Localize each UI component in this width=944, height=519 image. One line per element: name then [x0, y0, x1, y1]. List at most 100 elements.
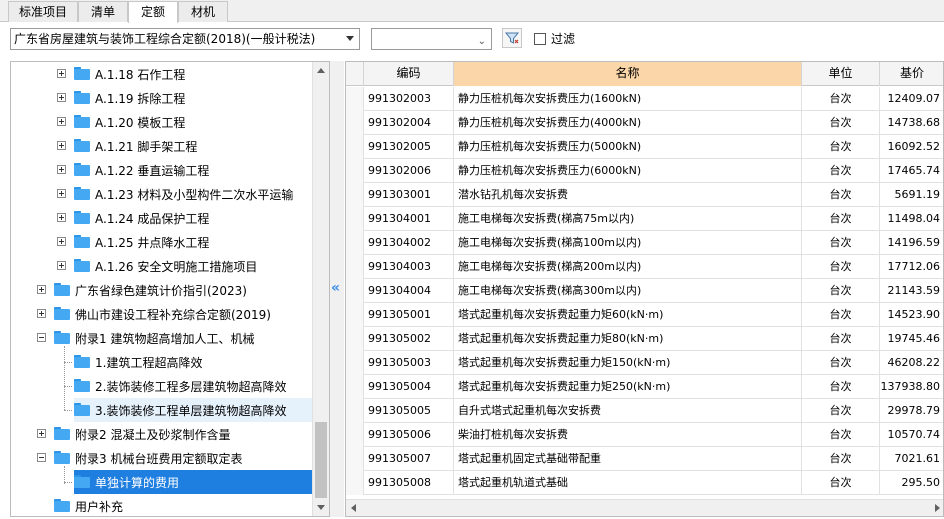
cell-price[interactable]: 16092.52 — [880, 135, 943, 159]
cell-name[interactable]: 塔式起重机轨道式基础 — [454, 471, 802, 495]
header-name[interactable]: 名称 — [454, 62, 802, 86]
cell-unit[interactable]: 台次 — [802, 231, 880, 255]
collapse-icon[interactable] — [37, 453, 46, 462]
tree-item[interactable]: 单独计算的费用 — [74, 470, 313, 494]
tree-item[interactable]: 2.装饰装修工程多层建筑物超高降效 — [11, 374, 313, 398]
tab-bill[interactable]: 清单 — [78, 1, 128, 22]
tab-quota[interactable]: 定额 — [128, 1, 178, 23]
cell-unit[interactable]: 台次 — [802, 399, 880, 423]
tree-item[interactable]: 1.建筑工程超高降效 — [11, 350, 313, 374]
tree-item[interactable]: 佛山市建设工程补充综合定额(2019) — [11, 302, 313, 326]
cell-name[interactable]: 塔式起重机每次安拆费起重力矩60(kN·m) — [454, 303, 802, 327]
expand-icon[interactable] — [37, 429, 46, 438]
collapse-left-icon[interactable]: « — [331, 280, 340, 296]
tree-item[interactable]: A.1.26 安全文明施工措施项目 — [11, 254, 313, 278]
header-unit[interactable]: 单位 — [802, 62, 880, 86]
tree-item[interactable]: 附录2 混凝土及砂浆制作含量 — [11, 422, 313, 446]
table-row[interactable]: 991305005 自升式塔式起重机每次安拆费 台次 29978.79 — [346, 399, 943, 423]
cell-code[interactable]: 991305002 — [364, 327, 454, 351]
cell-code[interactable]: 991305004 — [364, 375, 454, 399]
cell-price[interactable]: 19745.46 — [880, 327, 943, 351]
cell-price[interactable]: 10570.74 — [880, 423, 943, 447]
scroll-up-icon[interactable] — [317, 68, 325, 73]
cell-unit[interactable]: 台次 — [802, 375, 880, 399]
cell-unit[interactable]: 台次 — [802, 183, 880, 207]
cell-code[interactable]: 991302006 — [364, 159, 454, 183]
cell-code[interactable]: 991305008 — [364, 471, 454, 495]
cell-name[interactable]: 潜水钻孔机每次安拆费 — [454, 183, 802, 207]
table-row[interactable]: 991305006 柴油打桩机每次安拆费 台次 10570.74 — [346, 423, 943, 447]
tree-item[interactable]: A.1.19 拆除工程 — [11, 86, 313, 110]
cell-code[interactable]: 991304002 — [364, 231, 454, 255]
table-row[interactable]: 991304004 施工电梯每次安拆费(梯高300m以内) 台次 21143.59 — [346, 279, 943, 303]
cell-price[interactable]: 7021.61 — [880, 447, 943, 471]
cell-unit[interactable]: 台次 — [802, 423, 880, 447]
scroll-thumb[interactable] — [315, 422, 327, 498]
cell-code[interactable]: 991302004 — [364, 111, 454, 135]
cell-name[interactable]: 静力压桩机每次安拆费压力(5000kN) — [454, 135, 802, 159]
expand-icon[interactable] — [37, 309, 46, 318]
cell-code[interactable]: 991302005 — [364, 135, 454, 159]
table-row[interactable]: 991304001 施工电梯每次安拆费(梯高75m以内) 台次 11498.04 — [346, 207, 943, 231]
filter-button[interactable] — [502, 28, 522, 48]
cell-name[interactable]: 施工电梯每次安拆费(梯高75m以内) — [454, 207, 802, 231]
cell-name[interactable]: 塔式起重机每次安拆费起重力矩250(kN·m) — [454, 375, 802, 399]
expand-icon[interactable] — [57, 93, 66, 102]
quota-library-select[interactable]: 广东省房屋建筑与装饰工程综合定额(2018)(一般计税法) — [10, 28, 360, 50]
cell-price[interactable]: 29978.79 — [880, 399, 943, 423]
expand-icon[interactable] — [57, 165, 66, 174]
expand-icon[interactable] — [57, 189, 66, 198]
cell-unit[interactable]: 台次 — [802, 159, 880, 183]
cell-unit[interactable]: 台次 — [802, 111, 880, 135]
filter-checkbox[interactable] — [534, 33, 546, 45]
cell-unit[interactable]: 台次 — [802, 135, 880, 159]
table-row[interactable]: 991305004 塔式起重机每次安拆费起重力矩250(kN·m) 台次 137938… — [346, 375, 943, 399]
expand-icon[interactable] — [57, 213, 66, 222]
cell-unit[interactable]: 台次 — [802, 207, 880, 231]
cell-price[interactable]: 5691.19 — [880, 183, 943, 207]
tab-material-machine[interactable]: 材机 — [178, 1, 228, 22]
tree-item[interactable]: A.1.20 模板工程 — [11, 110, 313, 134]
tree-item[interactable]: A.1.24 成品保护工程 — [11, 206, 313, 230]
cell-price[interactable]: 46208.22 — [880, 351, 943, 375]
cell-code[interactable]: 991302003 — [364, 87, 454, 111]
secondary-select[interactable]: ⌄ — [371, 28, 492, 50]
scroll-down-icon[interactable] — [317, 505, 325, 510]
cell-code[interactable]: 991304001 — [364, 207, 454, 231]
cell-unit[interactable]: 台次 — [802, 255, 880, 279]
cell-name[interactable]: 塔式起重机固定式基础带配重 — [454, 447, 802, 471]
tree-item[interactable]: 附录3 机械台班费用定额取定表 — [11, 446, 313, 470]
cell-name[interactable]: 施工电梯每次安拆费(梯高100m以内) — [454, 231, 802, 255]
tree-item[interactable]: A.1.21 脚手架工程 — [11, 134, 313, 158]
table-row[interactable]: 991305002 塔式起重机每次安拆费起重力矩80(kN·m) 台次 19745.4… — [346, 327, 943, 351]
grid-horizontal-scrollbar[interactable] — [346, 499, 943, 516]
table-row[interactable]: 991302003 静力压桩机每次安拆费压力(1600kN) 台次 12409.07 — [346, 87, 943, 111]
cell-unit[interactable]: 台次 — [802, 303, 880, 327]
cell-name[interactable]: 柴油打桩机每次安拆费 — [454, 423, 802, 447]
expand-icon[interactable] — [37, 285, 46, 294]
cell-name[interactable]: 静力压桩机每次安拆费压力(1600kN) — [454, 87, 802, 111]
cell-unit[interactable]: 台次 — [802, 87, 880, 111]
tree-item[interactable]: 广东省绿色建筑计价指引(2023) — [11, 278, 313, 302]
cell-name[interactable]: 自升式塔式起重机每次安拆费 — [454, 399, 802, 423]
cell-name[interactable]: 静力压桩机每次安拆费压力(6000kN) — [454, 159, 802, 183]
expand-icon[interactable] — [57, 117, 66, 126]
cell-price[interactable]: 11498.04 — [880, 207, 943, 231]
tree-item[interactable]: A.1.25 井点降水工程 — [11, 230, 313, 254]
cell-name[interactable]: 静力压桩机每次安拆费压力(4000kN) — [454, 111, 802, 135]
tab-standard-items[interactable]: 标准项目 — [8, 1, 78, 22]
tree-item[interactable]: A.1.18 石作工程 — [11, 62, 313, 86]
tree-item[interactable]: 用户补充 — [11, 494, 313, 516]
table-row[interactable]: 991302004 静力压桩机每次安拆费压力(4000kN) 台次 14738.68 — [346, 111, 943, 135]
cell-name[interactable]: 施工电梯每次安拆费(梯高300m以内) — [454, 279, 802, 303]
cell-unit[interactable]: 台次 — [802, 327, 880, 351]
expand-icon[interactable] — [57, 237, 66, 246]
table-row[interactable]: 991305007 塔式起重机固定式基础带配重 台次 7021.61 — [346, 447, 943, 471]
cell-price[interactable]: 21143.59 — [880, 279, 943, 303]
table-row[interactable]: 991302006 静力压桩机每次安拆费压力(6000kN) 台次 17465.74 — [346, 159, 943, 183]
cell-unit[interactable]: 台次 — [802, 351, 880, 375]
cell-code[interactable]: 991305007 — [364, 447, 454, 471]
cell-code[interactable]: 991305006 — [364, 423, 454, 447]
cell-name[interactable]: 施工电梯每次安拆费(梯高200m以内) — [454, 255, 802, 279]
cell-code[interactable]: 991305005 — [364, 399, 454, 423]
